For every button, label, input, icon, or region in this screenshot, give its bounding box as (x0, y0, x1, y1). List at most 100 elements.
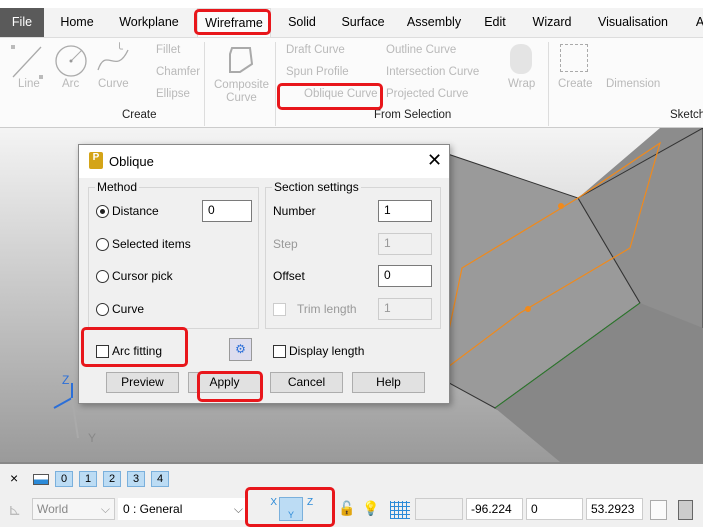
wrap-icon (510, 44, 532, 74)
dimension-button[interactable]: Dimension (606, 78, 660, 90)
workplane-value: World (37, 502, 69, 516)
axis-y-label: Y (88, 431, 96, 445)
close-toolbar-button[interactable]: × (10, 470, 18, 486)
line-button[interactable]: Line (18, 78, 40, 90)
divider (204, 42, 205, 126)
tab-more[interactable]: A (690, 8, 703, 37)
curve-point (558, 203, 564, 209)
layer-1[interactable]: 1 (79, 471, 97, 487)
level-value: 0 : General (123, 502, 183, 516)
composite-label-1: Composite (214, 79, 269, 91)
composite-curve-button[interactable]: Composite Curve (214, 79, 269, 105)
composite-curve-icon (229, 47, 254, 73)
number-label: Number (273, 204, 316, 218)
tab-file[interactable]: File (0, 8, 44, 37)
distance-label: Distance (112, 204, 159, 218)
workplane-icon: ⊾ (8, 502, 22, 519)
app-icon: P (89, 152, 103, 169)
curve-icon (97, 49, 129, 71)
layer-0[interactable]: 0 (55, 471, 73, 487)
chamfer-button[interactable]: Chamfer (156, 66, 200, 78)
number-input[interactable]: 1 (378, 200, 432, 222)
radio-selected-items[interactable] (96, 238, 109, 251)
tools-icon[interactable]: ⚙ (229, 338, 252, 361)
chevron-down-icon: ⌵ (233, 502, 243, 516)
workplane-select[interactable]: World ⌵ (32, 498, 115, 520)
tab-solid[interactable]: Solid (281, 8, 323, 37)
tab-surface[interactable]: Surface (336, 8, 390, 37)
trim-length-input[interactable]: 1 (378, 298, 432, 320)
dialog-title: Oblique (109, 154, 154, 169)
intersection-curve-button[interactable]: Intersection Curve (386, 66, 479, 78)
snap-icon[interactable]: 💡 (362, 500, 379, 517)
radio-curve[interactable] (96, 303, 109, 316)
distance-input[interactable]: 0 (202, 200, 252, 222)
sketch-create-button[interactable]: Create (558, 78, 593, 90)
title-bar (0, 0, 703, 8)
grid-icon[interactable] (390, 501, 410, 519)
layer-3[interactable]: 3 (127, 471, 145, 487)
step-label: Step (273, 237, 298, 251)
group-create: Create (122, 109, 157, 121)
layers-icon (33, 474, 49, 485)
curve-label: Curve (112, 302, 145, 316)
selected-items-label: Selected items (112, 237, 191, 251)
level-select[interactable]: 0 : General ⌵ (118, 498, 246, 520)
tab-visualisation[interactable]: Visualisation (592, 8, 674, 37)
highlight-wireframe (194, 9, 271, 35)
radio-cursor-pick[interactable] (96, 270, 109, 283)
divider (275, 42, 276, 126)
tab-edit[interactable]: Edit (478, 8, 512, 37)
display-length-checkbox[interactable] (273, 345, 286, 358)
dialog-title-bar: P Oblique ✕ (79, 145, 449, 178)
xyz-list-icon[interactable] (650, 500, 667, 520)
axis-z-label: Z (62, 373, 69, 387)
curve-button[interactable]: Curve (98, 78, 129, 90)
oblique-dialog: P Oblique ✕ Method Distance 0 Selected i… (78, 144, 450, 404)
offset-input[interactable]: 0 (378, 265, 432, 287)
coord-blank[interactable] (415, 498, 463, 520)
status-bar: × 0 1 2 3 4 ⊾ World ⌵ 0 : General ⌵ X Y Z … (0, 462, 703, 527)
layer-2[interactable]: 2 (103, 471, 121, 487)
highlight-arc-fitting (81, 327, 188, 367)
help-button[interactable]: Help (352, 372, 425, 393)
step-input[interactable]: 1 (378, 233, 432, 255)
coord-z[interactable]: 53.2923 (586, 498, 643, 520)
coord-x[interactable]: -96.224 (466, 498, 523, 520)
chevron-down-icon: ⌵ (100, 502, 110, 516)
radio-distance[interactable] (96, 205, 109, 218)
layer-4[interactable]: 4 (151, 471, 169, 487)
group-from-selection: From Selection (374, 109, 452, 121)
offset-label: Offset (273, 269, 305, 283)
wrap-button[interactable]: Wrap (508, 78, 535, 90)
sketch-create-icon (560, 44, 588, 72)
line-icon (11, 45, 43, 79)
fillet-button[interactable]: Fillet (156, 44, 180, 56)
projected-curve-button[interactable]: Projected Curve (386, 88, 468, 100)
tab-wizard[interactable]: Wizard (526, 8, 578, 37)
highlight-view-axis (245, 487, 335, 527)
trim-length-checkbox[interactable] (273, 303, 286, 316)
method-legend: Method (97, 180, 138, 194)
preview-button[interactable]: Preview (106, 372, 179, 393)
tab-workplane[interactable]: Workplane (112, 8, 186, 37)
tab-assembly[interactable]: Assembly (402, 8, 466, 37)
fillet-icon: ╰ (116, 44, 123, 56)
divider (548, 42, 549, 126)
ellipse-button[interactable]: Ellipse (156, 88, 190, 100)
calculator-icon[interactable] (678, 500, 693, 520)
spun-profile-button[interactable]: Spun Profile (286, 66, 349, 78)
tab-home[interactable]: Home (52, 8, 102, 37)
section-legend: Section settings (274, 180, 359, 194)
outline-curve-button[interactable]: Outline Curve (386, 44, 456, 56)
cancel-button[interactable]: Cancel (270, 372, 343, 393)
coord-y[interactable]: 0 (526, 498, 583, 520)
highlight-apply (197, 371, 263, 402)
lock-icon[interactable]: 🔓 (338, 500, 355, 517)
cursor-pick-label: Cursor pick (112, 269, 173, 283)
close-icon[interactable]: ✕ (427, 150, 442, 171)
arc-button[interactable]: Arc (62, 78, 79, 90)
curve-point (525, 306, 531, 312)
composite-label-2: Curve (226, 92, 257, 104)
draft-curve-button[interactable]: Draft Curve (286, 44, 345, 56)
